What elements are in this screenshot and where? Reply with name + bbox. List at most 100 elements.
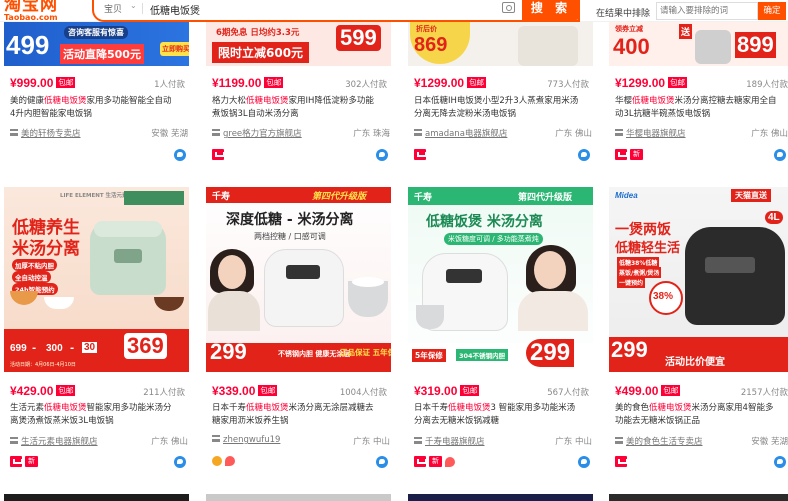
tmall-icon — [212, 149, 225, 160]
product-title[interactable]: 日本千寿低糖电饭煲3 智能家用多功能米汤 分离去无糖米饭锅减糖 — [414, 402, 590, 428]
free-shipping-tag: 包邮 — [258, 385, 278, 396]
price: ¥1299.00 — [615, 76, 666, 90]
shop-link[interactable]: 华樱电器旗舰店 — [626, 129, 686, 139]
sales-count: 567人付款 — [547, 388, 589, 398]
product-image[interactable]: 折后价 869 — [408, 22, 593, 66]
product-image[interactable]: 千寿 第四代升级版 深度低糖 - 米汤分离 两档控糖 / 口感可调 299 不锈… — [206, 187, 391, 372]
search-button[interactable]: 搜 索 — [522, 0, 580, 20]
location: 安徽 芜湖 — [751, 437, 788, 447]
shop-link[interactable]: 千寿电器旗舰店 — [425, 437, 485, 447]
shop-row: amadana电器旗舰店 广东 佛山 — [414, 127, 592, 139]
title-line: 糖家用沥米饭养生锅 — [212, 416, 289, 426]
shop-link[interactable]: amadana电器旗舰店 — [425, 129, 507, 139]
shop-icon — [615, 437, 623, 444]
img-bullet: 一键预约 — [617, 277, 646, 288]
price-row: ¥1199.00 包邮 — [212, 76, 284, 90]
img-title: 低糖饭煲 米汤分离 — [426, 214, 543, 230]
shop-icon — [212, 435, 220, 442]
product-image[interactable]: 领券立减 400 送 899 — [609, 22, 788, 66]
search-input[interactable]: 低糖电饭煲 — [150, 2, 200, 17]
banner-price2: 400 — [613, 34, 650, 59]
product-image[interactable]: Midea 天猫直送 一煲两饭 低糖轻生活 低糖38%低糖 蒸饭/煮粥/煲汤 一… — [609, 187, 788, 372]
banner-text: 折后价 — [416, 25, 437, 33]
wangwang-chat-icon[interactable] — [774, 149, 786, 161]
title-line: 日本低糖IH电饭煲小型2升3人蒸煮家用米汤 — [414, 96, 579, 106]
img-price: 299 — [526, 339, 575, 367]
product-title[interactable]: 生活元素低糖电饭煲智能家用多功能米汤分 离煲汤煮饭蒸米饭3L电饭锅 — [10, 402, 186, 428]
wangwang-chat-icon[interactable] — [376, 149, 388, 161]
product-title[interactable]: 日本低糖IH电饭煲小型2升3人蒸煮家用米汤 分离无降去淀粉米汤电饭锅 — [414, 95, 590, 121]
shop-icon — [10, 437, 18, 444]
title-line: 格力大松低糖电饭煲家用IH降低淀粉多功能 — [212, 96, 374, 106]
shop-row: 美的轩杨专卖店 安徽 芜湖 — [10, 127, 188, 139]
img-sub: 两档控糖 / 口感可调 — [254, 232, 326, 241]
confirm-button[interactable]: 确定 — [758, 2, 786, 20]
img-bullet: 加厚不粘内胆 — [12, 259, 57, 271]
wangwang-chat-icon[interactable] — [774, 456, 786, 468]
product-image[interactable]: 千寿 第四代升级版 低糖饭煲 米汤分离 米饭糖度可调 / 多功能蒸煮炖 5年保修… — [408, 187, 593, 372]
wangwang-chat-icon[interactable] — [578, 149, 590, 161]
service-icons — [212, 456, 390, 470]
new-icon: 新 — [630, 149, 643, 160]
price-row: ¥339.00 包邮 — [212, 384, 278, 398]
location: 广东 中山 — [555, 437, 592, 447]
product-title[interactable]: 华樱低糖电饭煲米汤分离控糖去糖家用全自 动3L抗糖半碗蒸饭电饭锅 — [615, 95, 787, 121]
service-icons: 新 — [615, 149, 788, 163]
search-scope-select[interactable]: 宝贝 — [104, 2, 122, 15]
wangwang-chat-icon[interactable] — [376, 456, 388, 468]
product-image[interactable]: 6期免息 日均约3.3元 限时立减600元 599 — [206, 22, 391, 66]
shop-row: 生活元素电器旗舰店 广东 佛山 — [10, 435, 188, 447]
shop-row: zhengwufu19 广东 中山 — [212, 435, 390, 447]
search-box: 宝贝 ⌄ 低糖电饭煲 搜 索 — [92, 0, 580, 22]
location: 广东 珠海 — [353, 129, 390, 139]
banner-price: 599 — [336, 25, 381, 51]
img-brand: Midea — [615, 191, 638, 200]
banner-price: 499 — [6, 30, 50, 60]
wangwang-chat-icon[interactable] — [174, 456, 186, 468]
price: ¥499.00 — [615, 384, 659, 398]
tmall-icon — [615, 456, 628, 467]
product-image[interactable]: LIFE ELEMENT 生活元素 低糖养生 米汤分离 加厚不粘内胆 全自动控温… — [4, 187, 189, 372]
free-shipping-tag: 包邮 — [467, 77, 487, 88]
title-line: 华樱低糖电饭煲米汤分离控糖去糖家用全自 — [615, 96, 777, 106]
img-title: 深度低糖 - 米汤分离 — [226, 212, 354, 228]
banner-text2: 送 — [679, 24, 693, 39]
next-product-image[interactable] — [206, 494, 391, 501]
shop-link[interactable]: gree格力官方旗舰店 — [223, 129, 302, 139]
flower-icon — [225, 456, 235, 466]
title-line: 动3L抗糖半碗蒸饭电饭锅 — [615, 109, 711, 119]
product-title[interactable]: 格力大松低糖电饭煲家用IH降低淀粉多功能 煮饭锅3L自动米汤分离 — [212, 95, 388, 121]
img-price-disc: 30 — [82, 342, 98, 353]
service-icons — [10, 149, 188, 163]
keyword-highlight: 低糖电饭煲 — [649, 403, 692, 413]
product-title[interactable]: 美的食色低糖电饭煲米汤分离家用4智能多 功能去无糖米饭锅正品 — [615, 402, 787, 428]
next-product-image[interactable] — [408, 494, 593, 501]
shop-icon — [414, 437, 422, 444]
tmall-icon — [10, 456, 23, 467]
wangwang-chat-icon[interactable] — [578, 456, 590, 468]
next-product-image[interactable] — [609, 494, 788, 501]
free-shipping-tag: 包邮 — [264, 77, 284, 88]
product-title[interactable]: 美的健康低糖电饭煲家用多功能智能全自动 4升内胆智能家电饭锅 — [10, 95, 186, 121]
img-date: 活动日期：4月06日-4月10日 — [10, 362, 76, 368]
img-brand: 千寿 — [414, 193, 433, 203]
img-brand: LIFE ELEMENT 生活元素 — [60, 193, 128, 199]
keyword-highlight: 低糖电饭煲 — [246, 96, 289, 106]
taobao-logo[interactable]: 淘宝网 Taobao.com — [4, 0, 76, 22]
shop-link[interactable]: 美的轩杨专卖店 — [21, 129, 81, 139]
wangwang-chat-icon[interactable] — [174, 149, 186, 161]
product-image[interactable]: 499 咨询客服有惊喜 活动直降500元 立即购买 — [4, 22, 189, 66]
product-title[interactable]: 日本千寿低糖电饭煲米汤分离无涂层减糖去 糖家用沥米饭养生锅 — [212, 402, 388, 428]
camera-icon[interactable] — [502, 2, 515, 13]
next-product-image[interactable] — [4, 494, 189, 501]
free-shipping-tag: 包邮 — [661, 385, 681, 396]
exclude-input[interactable] — [656, 2, 758, 20]
chevron-down-icon[interactable]: ⌄ — [130, 1, 137, 10]
shop-link[interactable]: 生活元素电器旗舰店 — [21, 437, 98, 447]
scope-divider — [142, 3, 143, 14]
keyword-highlight: 低糖电饭煲 — [246, 403, 289, 413]
location: 安徽 芜湖 — [151, 129, 188, 139]
shop-link[interactable]: 美的食色生活专卖店 — [626, 437, 703, 447]
shop-link[interactable]: zhengwufu19 — [223, 435, 280, 445]
price-row: ¥429.00 包邮 — [10, 384, 76, 398]
